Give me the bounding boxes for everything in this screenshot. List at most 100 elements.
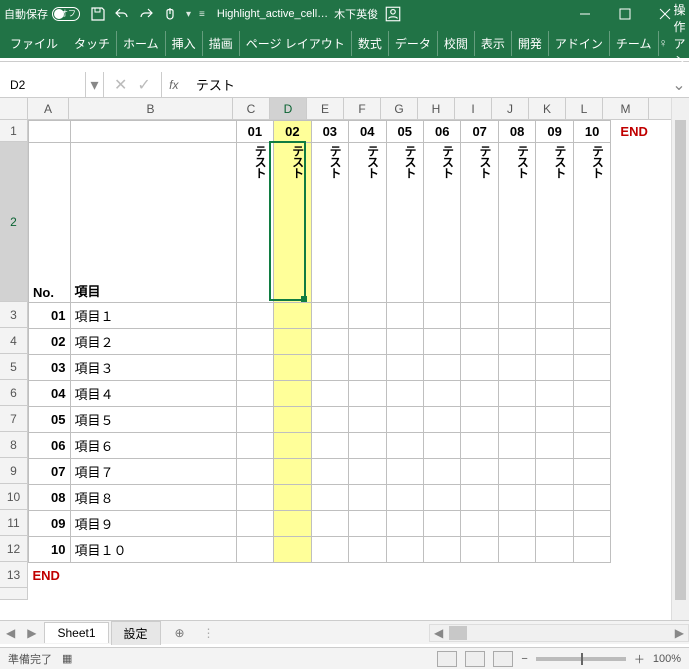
row-header-10[interactable]: 10 — [0, 484, 27, 510]
cell-r3-c3[interactable] — [349, 303, 386, 329]
cell-r6-c4[interactable] — [386, 381, 423, 407]
cell-r7-c0[interactable] — [236, 407, 273, 433]
cell-r10-c2[interactable] — [311, 485, 348, 511]
row-header-11[interactable]: 11 — [0, 510, 27, 536]
tab-nav-prev-icon[interactable]: ◀ — [0, 626, 21, 640]
tab-チーム[interactable]: チーム — [610, 31, 659, 56]
cell-r10-c3[interactable] — [349, 485, 386, 511]
cell-r6-c2[interactable] — [311, 381, 348, 407]
cell-M3[interactable] — [611, 303, 658, 329]
cell-r9-c1[interactable] — [274, 459, 311, 485]
cell-r3-c8[interactable] — [536, 303, 573, 329]
cell-r13-6[interactable] — [461, 563, 498, 589]
cell-r6-c8[interactable] — [536, 381, 573, 407]
cell-item-name-02[interactable]: 項目２ — [70, 329, 236, 355]
cell-r11-c7[interactable] — [498, 511, 535, 537]
cell-r13-1[interactable] — [274, 563, 311, 589]
cell-r11-c3[interactable] — [349, 511, 386, 537]
cell-r8-c6[interactable] — [461, 433, 498, 459]
add-sheet-icon[interactable]: ⊕ — [169, 624, 191, 642]
cell-r9-c5[interactable] — [423, 459, 460, 485]
cell-item-name-04[interactable]: 項目４ — [70, 381, 236, 407]
cell-r12-c4[interactable] — [386, 537, 423, 563]
row-header-8[interactable]: 8 — [0, 432, 27, 458]
cell-r4-c4[interactable] — [386, 329, 423, 355]
select-all-corner[interactable] — [0, 98, 28, 120]
cell-test-7[interactable]: テスト — [498, 143, 535, 303]
col-header-L[interactable]: L — [566, 98, 603, 119]
tab-ホーム[interactable]: ホーム — [117, 31, 166, 56]
row-headers[interactable]: 12345678910111213 — [0, 120, 28, 600]
cell-r5-c0[interactable] — [236, 355, 273, 381]
cell-r12-c1[interactable] — [274, 537, 311, 563]
cell-r3-c1[interactable] — [274, 303, 311, 329]
cell-r4-c5[interactable] — [423, 329, 460, 355]
zoom-in-icon[interactable]: ＋ — [634, 651, 645, 667]
cell-r10-c0[interactable] — [236, 485, 273, 511]
view-page-break-icon[interactable] — [493, 651, 513, 667]
cell-r7-c8[interactable] — [536, 407, 573, 433]
cell-r7-c7[interactable] — [498, 407, 535, 433]
scrollbar-thumb[interactable] — [675, 120, 686, 600]
zoom-out-icon[interactable]: − — [521, 653, 527, 665]
cell-M11[interactable] — [611, 511, 658, 537]
cell-r6-c9[interactable] — [573, 381, 610, 407]
cell-r10-c6[interactable] — [461, 485, 498, 511]
cell-item-name-01[interactable]: 項目１ — [70, 303, 236, 329]
cell-no-label[interactable]: No. — [29, 143, 71, 303]
cell-r10-c9[interactable] — [573, 485, 610, 511]
cell-r13-0[interactable] — [236, 563, 273, 589]
cell-r5-c4[interactable] — [386, 355, 423, 381]
row-header-3[interactable]: 3 — [0, 302, 27, 328]
tab-開発[interactable]: 開発 — [512, 31, 549, 56]
cell-head-06[interactable]: 06 — [423, 121, 460, 143]
cell-item-no-01[interactable]: 01 — [29, 303, 71, 329]
cell-A1[interactable] — [29, 121, 71, 143]
cell-item-name-09[interactable]: 項目９ — [70, 511, 236, 537]
cell-M2[interactable] — [611, 143, 658, 303]
cell-r12-c0[interactable] — [236, 537, 273, 563]
cell-item-no-07[interactable]: 07 — [29, 459, 71, 485]
cell-A13[interactable]: END — [29, 563, 71, 589]
cell-test-9[interactable]: テスト — [573, 143, 610, 303]
cell-r5-c6[interactable] — [461, 355, 498, 381]
cell-r6-c0[interactable] — [236, 381, 273, 407]
cell-head-01[interactable]: 01 — [236, 121, 273, 143]
formula-expand-icon[interactable]: ⌄ — [669, 72, 689, 97]
row-header-7[interactable]: 7 — [0, 406, 27, 432]
cell-r8-c2[interactable] — [311, 433, 348, 459]
cell-head-04[interactable]: 04 — [349, 121, 386, 143]
cell-r7-c4[interactable] — [386, 407, 423, 433]
cell-r13-2[interactable] — [311, 563, 348, 589]
zoom-slider[interactable] — [536, 657, 626, 661]
cell-r11-c4[interactable] — [386, 511, 423, 537]
cell-r9-c8[interactable] — [536, 459, 573, 485]
cell-r12-c9[interactable] — [573, 537, 610, 563]
undo-icon[interactable] — [114, 6, 130, 22]
cell-r3-c0[interactable] — [236, 303, 273, 329]
cell-r13-5[interactable] — [423, 563, 460, 589]
tab-数式[interactable]: 数式 — [352, 31, 389, 56]
cell-r12-c5[interactable] — [423, 537, 460, 563]
cell-r10-c5[interactable] — [423, 485, 460, 511]
cell-r3-c5[interactable] — [423, 303, 460, 329]
cell-test-0[interactable]: テスト — [236, 143, 273, 303]
row-header-6[interactable]: 6 — [0, 380, 27, 406]
cell-B1[interactable] — [70, 121, 236, 143]
cell-r8-c4[interactable] — [386, 433, 423, 459]
row-header-5[interactable]: 5 — [0, 354, 27, 380]
view-normal-icon[interactable] — [437, 651, 457, 667]
redo-icon[interactable] — [138, 6, 154, 22]
tab-アドイン[interactable]: アドイン — [549, 31, 610, 56]
view-page-layout-icon[interactable] — [465, 651, 485, 667]
lightbulb-icon[interactable]: ♀ — [659, 36, 668, 50]
cell-M7[interactable] — [611, 407, 658, 433]
tab-file[interactable]: ファイル — [4, 31, 68, 56]
cell-r7-c5[interactable] — [423, 407, 460, 433]
cell-item-name-07[interactable]: 項目７ — [70, 459, 236, 485]
name-box[interactable]: D2 — [0, 72, 86, 97]
cell-r5-c7[interactable] — [498, 355, 535, 381]
cell-M5[interactable] — [611, 355, 658, 381]
cell-r5-c2[interactable] — [311, 355, 348, 381]
col-header-G[interactable]: G — [381, 98, 418, 119]
